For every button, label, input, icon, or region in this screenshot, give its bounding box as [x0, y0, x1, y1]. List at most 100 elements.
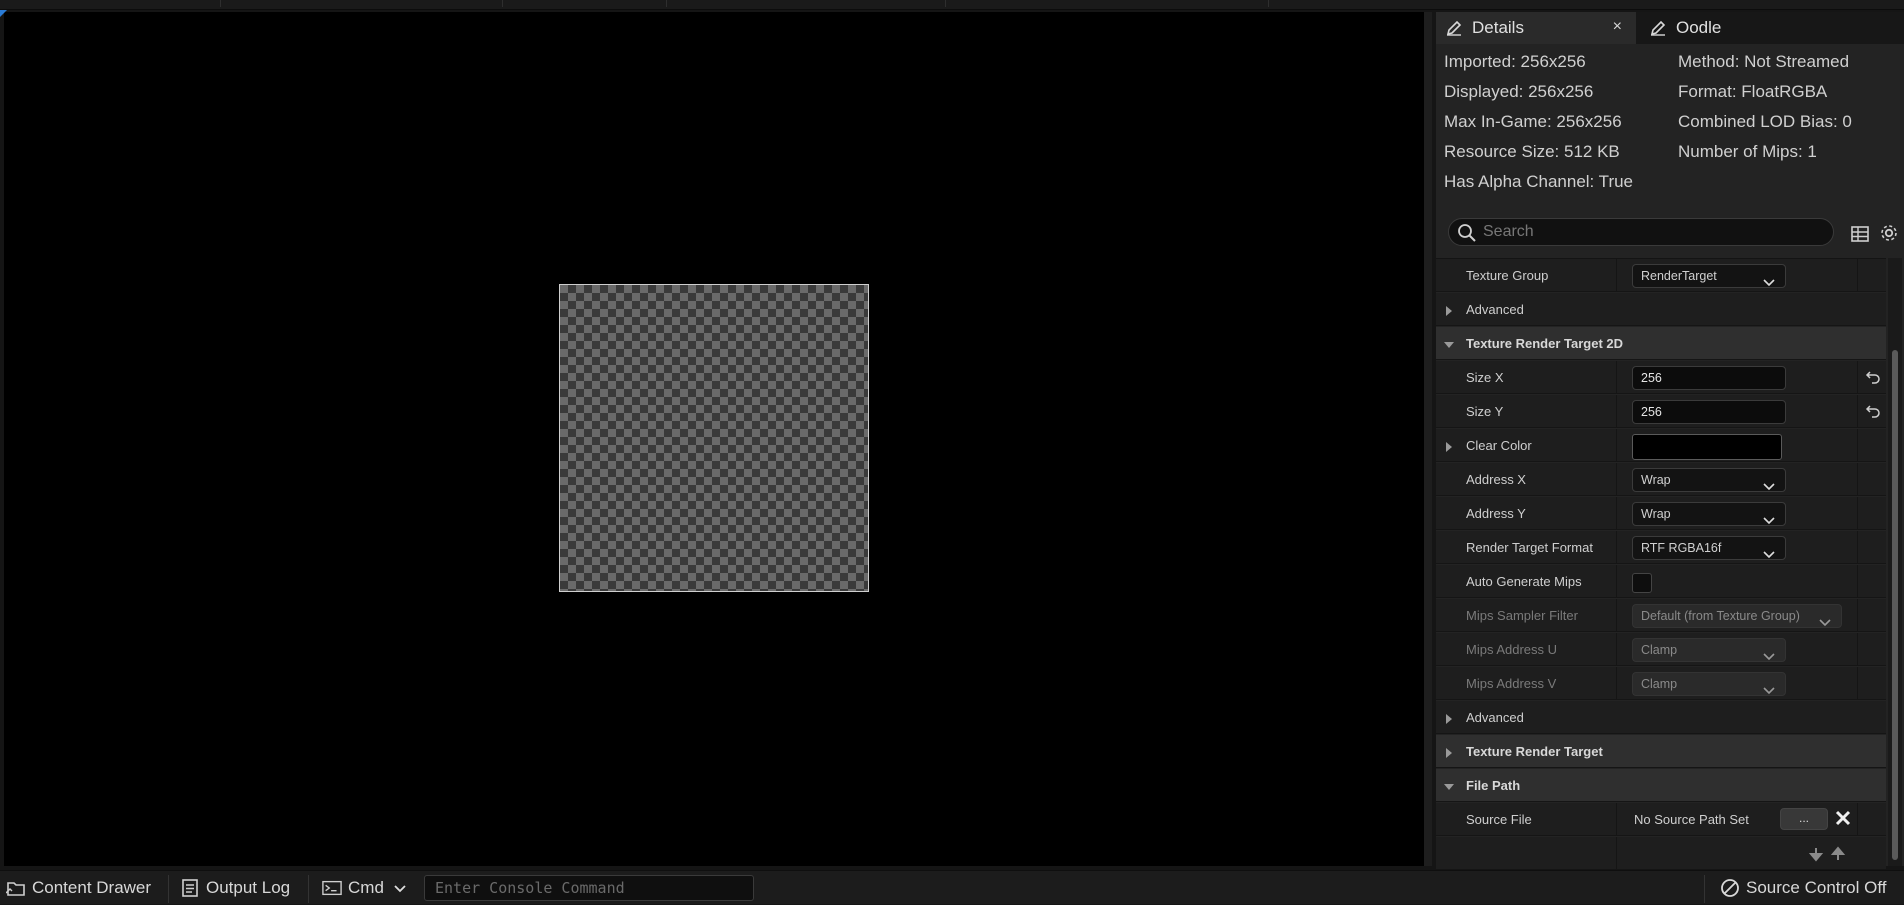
property-label: Render Target Format — [1466, 540, 1593, 555]
status-separator — [168, 875, 169, 903]
column-divider — [1857, 429, 1858, 462]
dropdown-value: Clamp — [1641, 643, 1678, 657]
stats-left-column: Imported: 256x256 Displayed: 256x256 Max… — [1444, 50, 1633, 200]
category-advanced[interactable]: Advanced — [1436, 293, 1886, 326]
browse-button[interactable]: ... — [1780, 808, 1828, 830]
expand-arrow-icon[interactable] — [1444, 440, 1454, 452]
reset-to-default-icon[interactable] — [1865, 369, 1881, 385]
column-divider — [1616, 531, 1617, 564]
column-divider — [1857, 599, 1858, 632]
tab-strip-separator — [1268, 0, 1269, 7]
console-command-input[interactable] — [424, 875, 754, 901]
chevron-down-icon — [1763, 510, 1775, 532]
property-label: Size Y — [1466, 404, 1504, 419]
search-input[interactable] — [1483, 221, 1823, 243]
property-label: Mips Address V — [1466, 676, 1557, 691]
size-y-input[interactable] — [1632, 400, 1786, 424]
gear-icon[interactable] — [1878, 222, 1900, 244]
property-row-size-y: Size Y — [1436, 395, 1886, 428]
property-list: Texture Group RenderTarget Advanced Text… — [1436, 258, 1886, 869]
dropdown-value: Wrap — [1641, 507, 1671, 521]
close-icon[interactable]: × — [1613, 18, 1622, 36]
column-divider — [1616, 463, 1617, 496]
content-drawer-label: Content Drawer — [32, 878, 152, 897]
address-y-dropdown[interactable]: Wrap — [1632, 502, 1786, 526]
status-separator — [308, 875, 309, 903]
cmd-dropdown[interactable]: Cmd — [322, 871, 406, 905]
auto-generate-mips-checkbox[interactable] — [1632, 573, 1652, 593]
source-control-button[interactable]: Source Control Off — [1720, 871, 1886, 905]
arrow-up-icon[interactable] — [1830, 846, 1846, 862]
reset-to-default-icon[interactable] — [1865, 403, 1881, 419]
collapse-arrow-icon[interactable] — [1444, 338, 1454, 348]
pencil-icon — [1444, 18, 1464, 38]
property-label: Address Y — [1466, 506, 1526, 521]
expand-arrow-icon[interactable] — [1444, 712, 1454, 724]
property-row-auto-generate-mips: Auto Generate Mips — [1436, 565, 1886, 598]
table-view-icon[interactable] — [1850, 224, 1870, 244]
collapse-arrow-icon[interactable] — [1444, 780, 1454, 790]
output-log-icon — [180, 878, 200, 898]
column-divider — [1857, 803, 1858, 836]
size-x-input[interactable] — [1632, 366, 1786, 390]
property-label: Mips Sampler Filter — [1466, 608, 1578, 623]
property-label: Auto Generate Mips — [1466, 574, 1582, 589]
tab-oodle[interactable]: Oodle — [1640, 12, 1840, 44]
top-tab-strip — [0, 0, 1904, 10]
tab-details[interactable]: Details × — [1436, 12, 1636, 44]
section-texture-render-target-2d[interactable]: Texture Render Target 2D — [1436, 327, 1886, 360]
column-divider — [1857, 565, 1858, 598]
stat-lod-bias: Combined LOD Bias: 0 — [1678, 112, 1852, 131]
mips-sampler-filter-dropdown: Default (from Texture Group) — [1632, 604, 1842, 628]
tab-strip-separator — [220, 0, 221, 7]
property-label: Size X — [1466, 370, 1504, 385]
property-row-mips-sampler-filter: Mips Sampler Filter Default (from Textur… — [1436, 599, 1886, 632]
category-advanced[interactable]: Advanced — [1436, 701, 1886, 734]
search-box[interactable] — [1448, 218, 1834, 246]
clear-color-swatch[interactable] — [1632, 434, 1782, 460]
property-label: Address X — [1466, 472, 1526, 487]
clear-icon[interactable] — [1834, 809, 1852, 827]
dropdown-value: RTF RGBA16f — [1641, 541, 1722, 555]
search-icon — [1457, 223, 1477, 248]
arrow-down-icon[interactable] — [1808, 846, 1824, 862]
tab-strip-separator — [502, 0, 503, 7]
mips-address-u-dropdown: Clamp — [1632, 638, 1786, 662]
source-control-off-icon — [1720, 878, 1740, 898]
property-row-address-x: Address X Wrap — [1436, 463, 1886, 496]
chevron-down-icon — [1819, 612, 1831, 634]
chevron-down-icon — [1763, 680, 1775, 702]
column-divider — [1857, 497, 1858, 530]
scrollbar-thumb[interactable] — [1892, 350, 1898, 860]
dropdown-value: Clamp — [1641, 677, 1678, 691]
expand-arrow-icon[interactable] — [1444, 746, 1454, 758]
stat-displayed: Displayed: 256x256 — [1444, 82, 1594, 101]
property-row-address-y: Address Y Wrap — [1436, 497, 1886, 530]
column-divider — [1616, 633, 1617, 666]
texture-viewport[interactable] — [0, 10, 1424, 866]
section-file-path[interactable]: File Path — [1436, 769, 1886, 802]
output-log-button[interactable]: Output Log — [180, 871, 290, 905]
tab-oodle-label: Oodle — [1676, 18, 1722, 37]
address-x-dropdown[interactable]: Wrap — [1632, 468, 1786, 492]
chevron-down-icon — [1763, 272, 1775, 294]
details-panel: Details × Oodle Imported: 256x256 Displa… — [1436, 12, 1904, 869]
stat-alpha-channel: Has Alpha Channel: True — [1444, 172, 1634, 191]
content-drawer-button[interactable]: Content Drawer — [6, 871, 151, 905]
stats-right-column: Method: Not Streamed Format: FloatRGBA C… — [1678, 50, 1852, 170]
property-row-size-x: Size X — [1436, 361, 1886, 394]
texture-group-dropdown[interactable]: RenderTarget — [1632, 264, 1786, 288]
details-scrollbar[interactable] — [1888, 258, 1902, 866]
chevron-down-icon — [1763, 476, 1775, 498]
column-divider — [1616, 395, 1617, 428]
source-control-label: Source Control Off — [1746, 878, 1887, 897]
panel-splitter[interactable] — [1424, 12, 1432, 866]
render-target-format-dropdown[interactable]: RTF RGBA16f — [1632, 536, 1786, 560]
tab-strip-separator — [945, 0, 946, 7]
dropdown-value: Wrap — [1641, 473, 1671, 487]
expand-arrow-icon[interactable] — [1444, 304, 1454, 316]
tab-strip-separator — [666, 0, 667, 7]
mips-address-v-dropdown: Clamp — [1632, 672, 1786, 696]
column-divider — [1616, 497, 1617, 530]
section-texture-render-target[interactable]: Texture Render Target — [1436, 735, 1886, 768]
